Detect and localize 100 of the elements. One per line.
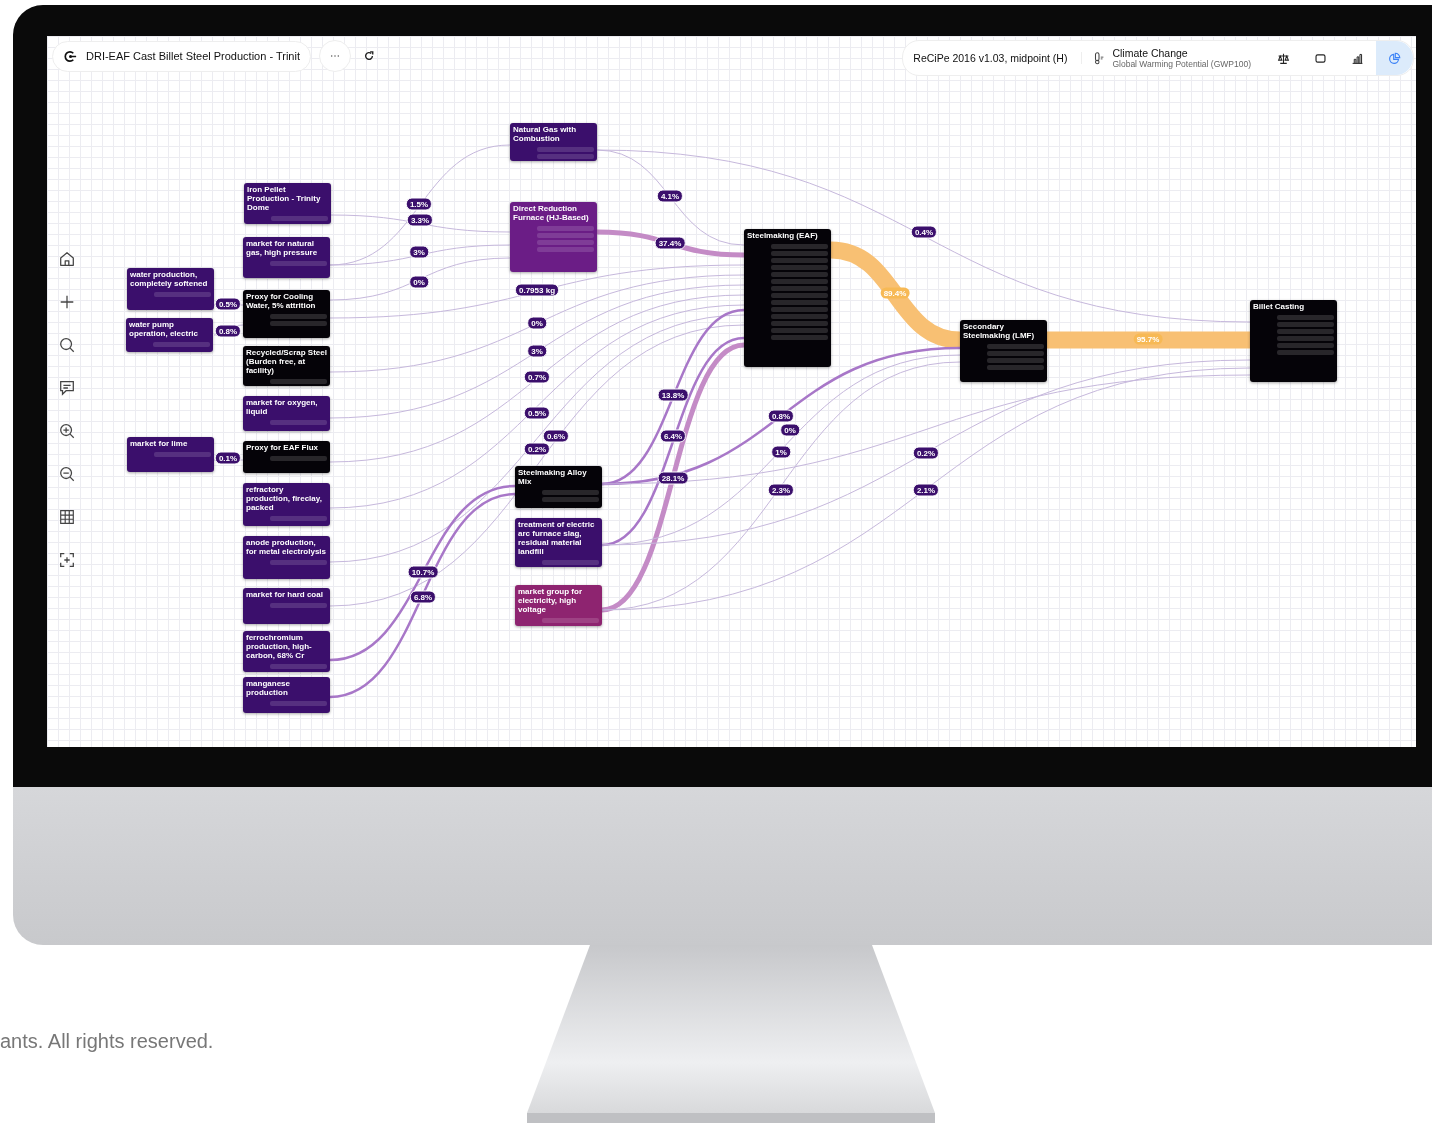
- process-node[interactable]: treatment of electric arc furnace slag, residual material landfill: [515, 518, 602, 567]
- flow-label: 0.7%: [523, 370, 551, 384]
- flow-label: 3.3%: [406, 213, 434, 227]
- square-icon: [1314, 51, 1327, 65]
- node-title: Natural Gas with Combustion: [513, 126, 578, 144]
- flow-label: 0%: [780, 423, 800, 437]
- process-node[interactable]: Steelmaking (EAF): [744, 229, 831, 367]
- process-node[interactable]: refractory production, fireclay, packed: [243, 483, 330, 526]
- exchange-pill: [270, 378, 327, 384]
- node-title: Billet Casting: [1253, 303, 1306, 312]
- process-node[interactable]: Direct Reduction Furnace (HJ-Based): [510, 202, 597, 272]
- flow-label: 6.4%: [659, 429, 687, 443]
- comment-icon: [58, 379, 76, 397]
- node-title: anode production, for metal electrolysis: [246, 539, 327, 557]
- impact-method[interactable]: ReCiPe 2016 v1.03, midpoint (H): [913, 52, 1083, 64]
- fit-view-icon: [58, 551, 76, 569]
- flow-label: 28.1%: [657, 471, 689, 485]
- process-node[interactable]: market for lime: [127, 437, 214, 472]
- process-node[interactable]: market for natural gas, high pressure: [243, 237, 330, 278]
- flow-label: 0.4%: [910, 225, 938, 239]
- exchange-pill: [154, 451, 211, 457]
- flow-label: 0.2%: [912, 446, 940, 460]
- flow-label: 6.8%: [409, 590, 437, 604]
- process-node[interactable]: anode production, for metal electrolysis: [243, 536, 330, 579]
- exchange-pill: [270, 455, 327, 461]
- flow-label: 0.5%: [214, 297, 242, 311]
- process-node[interactable]: Iron Pellet Production - Trinity Dome: [244, 183, 331, 224]
- exchange-pill: [270, 700, 327, 706]
- node-title: Secondary Steelmaking (LMF): [963, 323, 1036, 341]
- plus-icon: [58, 293, 76, 311]
- process-node[interactable]: market group for electricity, high voltage: [515, 585, 602, 626]
- flow-label: 0.8%: [214, 324, 242, 338]
- logo-icon: [63, 48, 78, 64]
- flow-label: 4.1%: [656, 189, 684, 203]
- process-node[interactable]: ferrochromium production, high-carbon, 68% Cr: [243, 631, 330, 672]
- exchange-pill: [270, 602, 327, 608]
- exchange-pill: [270, 419, 327, 425]
- process-node[interactable]: market for hard coal: [243, 588, 330, 624]
- flow-label: 0.5%: [523, 406, 551, 420]
- process-node[interactable]: water production, completely softened: [127, 268, 214, 310]
- node-title: market for oxygen, liquid: [246, 399, 319, 417]
- flow-label: 0.7953 kg: [515, 283, 559, 297]
- node-title: Iron Pellet Production - Trinity Dome: [247, 186, 322, 213]
- node-title: market group for electricity, high voltage: [518, 588, 583, 615]
- exchange-pill: [270, 515, 327, 521]
- node-title: water production, completely softened: [130, 271, 209, 289]
- node-title: Steelmaking (EAF): [747, 232, 819, 241]
- flow-label: 89.4%: [880, 287, 910, 299]
- exchange-pill: [542, 559, 599, 565]
- home-icon: [58, 250, 76, 268]
- flow-label: 0%: [527, 316, 547, 330]
- node-title: market for natural gas, high pressure: [246, 240, 319, 258]
- impact-indicator: Global Warming Potential (GWP100): [1112, 59, 1251, 69]
- flow-label: 1.5%: [405, 197, 433, 211]
- pie-chart-icon: [1388, 51, 1401, 65]
- more-icon: [329, 54, 340, 58]
- process-node[interactable]: Billet Casting: [1250, 300, 1337, 382]
- flow-label: 3%: [409, 245, 429, 259]
- process-node[interactable]: Natural Gas with Combustion: [510, 123, 597, 161]
- flow-label: 10.7%: [407, 565, 439, 579]
- node-title: Proxy for EAF Flux: [246, 444, 319, 453]
- scale-icon: [1277, 51, 1290, 65]
- flow-label: 3%: [527, 344, 547, 358]
- flow-label: 0.1%: [214, 451, 242, 465]
- flow-label: 0.6%: [542, 429, 570, 443]
- node-title: market for lime: [130, 440, 189, 449]
- node-title: ferrochromium production, high-carbon, 68% Cr: [246, 634, 313, 661]
- node-title: treatment of electric arc furnace slag, residual material landfill: [518, 521, 596, 557]
- process-node[interactable]: market for oxygen, liquid: [243, 396, 330, 431]
- exchange-pill: [153, 341, 210, 347]
- process-node[interactable]: Steelmaking Alloy Mix: [515, 466, 602, 508]
- node-title: Steelmaking Alloy Mix: [518, 469, 588, 487]
- node-title: manganese production: [246, 680, 292, 698]
- node-title: market for hard coal: [246, 591, 324, 600]
- node-title: refractory production, fireclay, packed: [246, 486, 323, 513]
- node-title: water pump operation, electric: [129, 321, 199, 339]
- node-title: Direct Reduction Furnace (HJ-Based): [513, 205, 590, 223]
- process-node[interactable]: water pump operation, electric: [126, 318, 213, 352]
- flow-label: 2.3%: [767, 483, 795, 497]
- node-title: Proxy for Cooling Water, 5% attrition: [246, 293, 317, 311]
- zoom-in-icon: [58, 422, 76, 440]
- process-node[interactable]: Proxy for Cooling Water, 5% attrition: [243, 290, 330, 338]
- exchange-pill: [271, 215, 328, 221]
- exchange-pill: [542, 617, 599, 623]
- process-node[interactable]: Secondary Steelmaking (LMF): [960, 320, 1047, 382]
- exchange-pill: [270, 260, 327, 266]
- process-node[interactable]: Recycled/Scrap Steel (Burden free, at facility): [243, 346, 330, 386]
- process-node[interactable]: manganese production: [243, 677, 330, 713]
- copyright-text: ants. All rights reserved.: [0, 1029, 215, 1054]
- process-node[interactable]: Proxy for EAF Flux: [243, 441, 330, 473]
- exchange-pill: [270, 663, 327, 669]
- model-title-bar[interactable]: DRI-EAF Cast Billet Steel Production - Trinit: [52, 40, 311, 72]
- node-title: Recycled/Scrap Steel (Burden free, at facility): [246, 349, 327, 376]
- flow-label: 95.7%: [1133, 333, 1163, 345]
- flow-label: 37.4%: [654, 236, 686, 250]
- exchange-pill: [270, 559, 327, 565]
- flow-label: 0.8%: [767, 409, 795, 423]
- flow-label: 13.8%: [657, 388, 689, 402]
- search-icon: [58, 336, 76, 354]
- impact-category[interactable]: Climate Change: [1112, 47, 1251, 59]
